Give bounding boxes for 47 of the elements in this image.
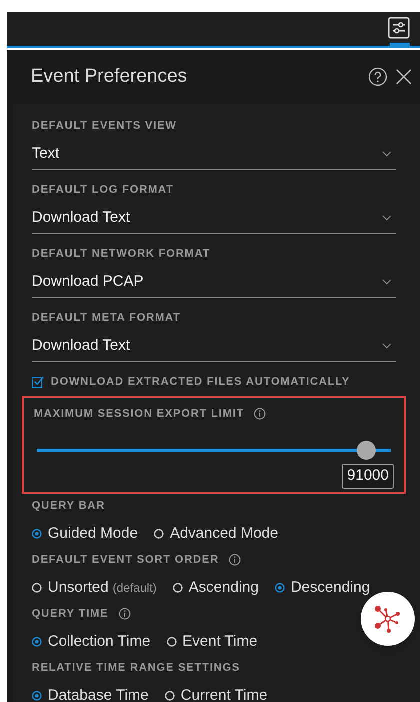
radio-option[interactable]: Advanced Mode: [154, 523, 278, 546]
info-icon[interactable]: [118, 608, 131, 620]
radio-icon[interactable]: [154, 529, 164, 540]
radio-option[interactable]: Ascending: [172, 577, 259, 600]
radio-option[interactable]: Collection Time: [32, 631, 151, 654]
chevron-down-icon: [382, 342, 392, 349]
radio-icon[interactable]: [32, 691, 42, 702]
close-icon[interactable]: [396, 69, 412, 85]
field-label: DEFAULT LOG FORMAT: [32, 183, 175, 198]
value-field[interactable]: 91000: [342, 464, 394, 488]
field-label: QUERY BAR: [32, 498, 106, 514]
radio-icon[interactable]: [164, 691, 175, 702]
radio-option[interactable]: Unsorted (default): [32, 577, 157, 600]
radio-option[interactable]: Event Time: [166, 631, 258, 654]
settings-icon[interactable]: [388, 17, 410, 39]
checkbox-label: DOWNLOAD EXTRACTED FILES AUTOMATICALLY: [51, 375, 350, 390]
panel-title: Event Preferences: [31, 64, 188, 89]
field-label: DEFAULT EVENTS VIEW: [32, 119, 178, 134]
radio-icon[interactable]: [166, 637, 177, 648]
radio-icon[interactable]: [32, 529, 42, 540]
radio-option[interactable]: Current Time: [164, 685, 268, 702]
field-label: DEFAULT META FORMAT: [32, 311, 182, 326]
field-label: DEFAULT EVENT SORT ORDER: [32, 552, 220, 568]
network-icon: [373, 604, 403, 634]
radio-icon[interactable]: [172, 583, 183, 594]
field-label: MAXIMUM SESSION EXPORT LIMIT: [34, 406, 244, 422]
info-icon[interactable]: [254, 408, 266, 420]
radio-option[interactable]: Descending: [274, 577, 370, 600]
radio-icon[interactable]: [32, 637, 42, 648]
dropdown[interactable]: Download Text: [32, 206, 396, 234]
radio-option[interactable]: Database Time: [32, 685, 149, 702]
field-label: RELATIVE TIME RANGE SETTINGS: [32, 660, 240, 676]
dropdown[interactable]: Download Text: [32, 334, 396, 362]
help-icon[interactable]: [368, 67, 388, 87]
info-icon[interactable]: [229, 554, 242, 566]
dropdown[interactable]: Download PCAP: [32, 270, 396, 298]
slider-thumb[interactable]: [357, 441, 376, 460]
field-label: DEFAULT NETWORK FORMAT: [32, 247, 212, 262]
radio-option[interactable]: Guided Mode: [32, 523, 138, 546]
radio-icon[interactable]: [32, 583, 42, 594]
chevron-down-icon: [382, 214, 392, 221]
field-label: QUERY TIME: [32, 606, 109, 622]
chevron-down-icon: [382, 150, 392, 157]
chevron-down-icon: [382, 278, 392, 285]
radio-icon[interactable]: [274, 583, 285, 594]
dropdown[interactable]: Text: [32, 142, 396, 170]
checkbox[interactable]: [32, 376, 44, 388]
